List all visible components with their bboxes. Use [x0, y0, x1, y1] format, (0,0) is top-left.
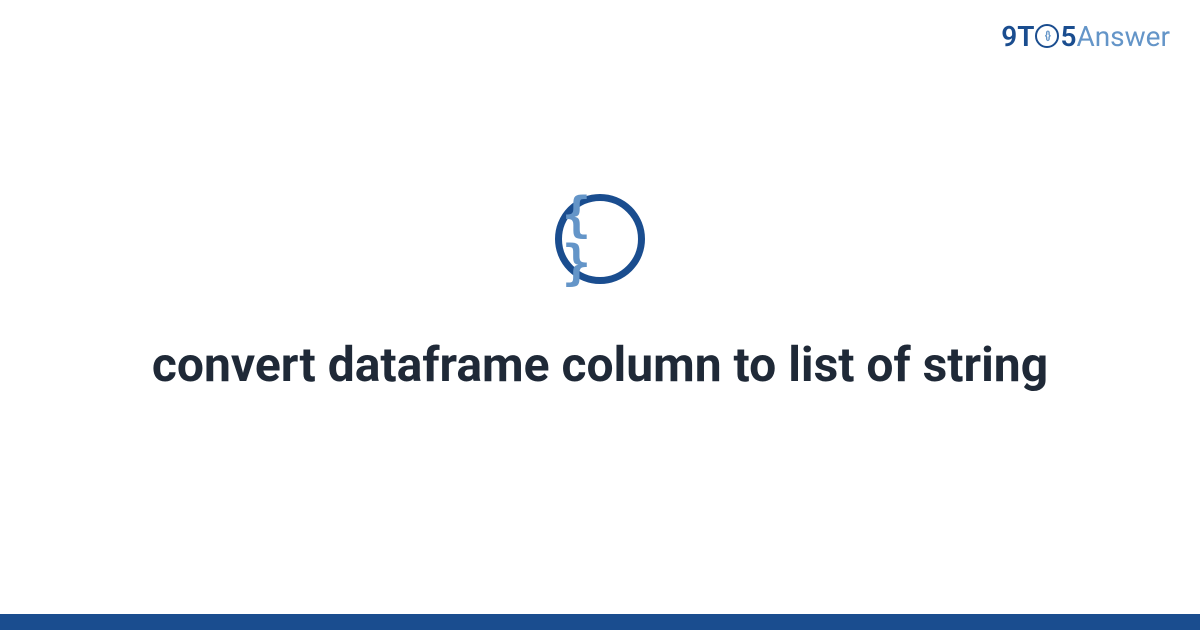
logo-text-9t: 9T	[1001, 20, 1034, 53]
code-braces-icon: { }	[555, 194, 645, 284]
main-content: { } convert dataframe column to list of …	[0, 0, 1200, 630]
logo-text-5: 5	[1060, 20, 1076, 53]
braces-glyph: { }	[562, 191, 638, 287]
logo-circle-icon: {}	[1035, 24, 1059, 48]
page-title: convert dataframe column to list of stri…	[152, 334, 1048, 396]
logo-braces-small: {}	[1045, 29, 1050, 42]
site-logo: 9T {} 5 Answer	[1001, 20, 1170, 53]
bottom-accent-bar	[0, 614, 1200, 630]
logo-text-answer: Answer	[1076, 20, 1170, 53]
